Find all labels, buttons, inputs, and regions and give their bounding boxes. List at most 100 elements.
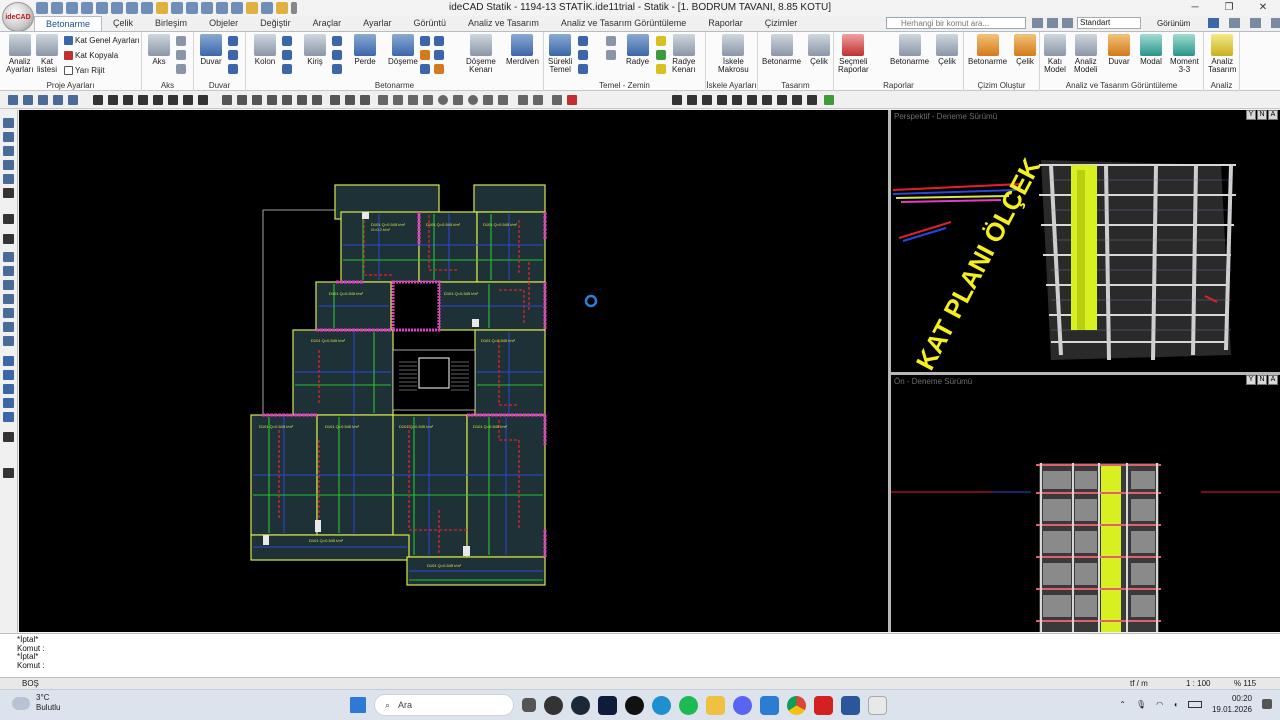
tab-goruntu[interactable]: Görüntü [402,16,457,31]
zoom-indicator[interactable]: % 115 [1234,679,1256,688]
perde-button[interactable]: Perde [354,34,376,66]
extend-icon[interactable] [237,95,247,105]
close-doc-icon[interactable] [1271,18,1280,28]
explorer-icon[interactable] [706,695,725,715]
acrobat-icon[interactable] [814,695,833,715]
view-top-icon[interactable] [687,95,697,105]
moment-button[interactable]: Moment 3-3 [1170,34,1199,74]
wall-opening-icon[interactable] [228,36,238,46]
dim-icon[interactable] [393,95,403,105]
arc-icon[interactable] [453,95,463,105]
slab-hollow-icon[interactable] [434,50,444,60]
slab-grid-icon[interactable] [420,50,430,60]
slab-left-icon[interactable] [3,280,14,290]
text-icon[interactable] [171,2,183,14]
polyline-icon[interactable] [423,95,433,105]
raft-grid-icon[interactable] [656,50,666,60]
save-icon[interactable] [81,2,93,14]
offset-icon[interactable] [252,95,262,105]
stretch-icon[interactable] [183,95,193,105]
layer-icon[interactable] [201,2,213,14]
radye-kenari-button[interactable]: Radye Kenarı [672,34,696,74]
text-left-icon[interactable] [3,234,14,244]
viewport-axis-icon[interactable]: A [1268,375,1278,385]
save-as-icon[interactable] [96,2,108,14]
undo-icon[interactable] [126,2,138,14]
mirror-icon[interactable] [153,95,163,105]
windows-start-icon[interactable] [350,697,366,713]
tab-objeler[interactable]: Objeler [198,16,249,31]
help-icon[interactable] [1208,18,1220,28]
raft-split-icon[interactable] [656,64,666,74]
copy-icon[interactable] [108,95,118,105]
viewport-maximize-icon[interactable]: N [1257,110,1267,120]
photoshop-icon[interactable] [598,695,617,715]
tasarim-celik-button[interactable]: Çelik [808,34,830,66]
tab-cizimler[interactable]: Çizimler [754,16,809,31]
delete-icon[interactable] [198,95,208,105]
open-file-icon[interactable] [66,2,78,14]
analiz-tasarim-button[interactable]: Analiz Tasarım [1208,34,1236,74]
tab-betonarme[interactable]: Betonarme [34,16,103,31]
restore-button[interactable]: ❐ [1212,0,1246,16]
discord-icon[interactable] [733,695,752,715]
wifi-icon[interactable]: ◠ [1156,700,1163,709]
beam-edit-icon[interactable] [332,64,342,74]
rapor-celik-button[interactable]: Çelik [936,34,958,66]
analiz-ayarlari-button[interactable]: Analiz Ayarları [6,34,33,74]
axis-arc-icon[interactable] [176,50,186,60]
grid-view-icon[interactable] [345,95,355,105]
restore-doc-icon[interactable] [1250,18,1262,28]
volume-icon[interactable]: ◖ [1173,700,1178,709]
home-icon[interactable] [36,2,48,14]
foundation-edit-icon[interactable] [606,50,616,60]
cizim-betonarme-button[interactable]: Betonarme [968,34,1007,66]
workspace-select[interactable]: Standart [1077,17,1141,29]
qat-dropdown-icon[interactable] [291,2,297,14]
rotate-icon[interactable] [138,95,148,105]
slab-ribbed-icon[interactable] [434,36,444,46]
beam-tool-icon[interactable] [332,36,342,46]
layout-icon[interactable] [1032,18,1043,28]
column-tool-icon[interactable] [282,36,292,46]
close-button[interactable]: ✕ [1246,0,1280,16]
edge-icon[interactable] [652,695,671,715]
tab-analiz-tasarim-goruntuleme[interactable]: Analiz ve Tasarım Görüntüleme [550,16,697,31]
marker-tool-icon[interactable] [3,398,14,408]
line-icon[interactable] [408,95,418,105]
redo-icon[interactable] [141,2,153,14]
scale-indicator[interactable]: 1 : 100 [1186,679,1210,688]
surekli-temel-button[interactable]: Sürekli Temel [548,34,572,74]
beam-left-icon[interactable] [3,266,14,276]
analiz-modeli-button[interactable]: Analiz Modeli [1074,34,1098,74]
scale-icon[interactable] [168,95,178,105]
multi-copy-icon[interactable] [123,95,133,105]
eraser-tool-icon[interactable] [3,412,14,422]
print-icon[interactable] [111,2,123,14]
idecad-icon[interactable] [868,695,887,715]
properties-icon[interactable] [156,2,168,14]
settings-icon[interactable] [1062,18,1073,28]
perspective-3d-model[interactable]: KAT PLANI ÖLÇEK [891,110,1280,372]
pile-icon[interactable] [578,36,588,46]
axis-tool-icon[interactable] [176,36,186,46]
view-render-icon[interactable] [777,95,787,105]
snap-icon[interactable] [231,2,243,14]
floor-plan-drawing[interactable]: D101 Q=0.545 t/m² G=0.2 t/m² D101 Q=0.54… [19,110,888,632]
lightning-icon[interactable] [276,2,288,14]
grid-icon[interactable] [216,2,228,14]
raft-opening-icon[interactable] [656,36,666,46]
aks-button[interactable]: Aks [148,34,170,66]
view-hide-icon[interactable] [792,95,802,105]
steam-icon[interactable] [571,695,590,715]
iskele-makrosu-button[interactable]: İskele Makrosu [718,34,749,74]
slab-panel[interactable] [473,184,546,213]
tray-chevron-icon[interactable]: ⌃ [1119,700,1126,709]
match-icon[interactable] [552,95,562,105]
zoom-in-icon[interactable] [8,95,18,105]
view-iso-icon[interactable] [732,95,742,105]
footing-left-icon[interactable] [3,322,14,332]
viewport-y-icon[interactable]: Y [1246,375,1256,385]
new-file-icon[interactable] [51,2,63,14]
merdiven-button[interactable]: Merdiven [506,34,539,66]
